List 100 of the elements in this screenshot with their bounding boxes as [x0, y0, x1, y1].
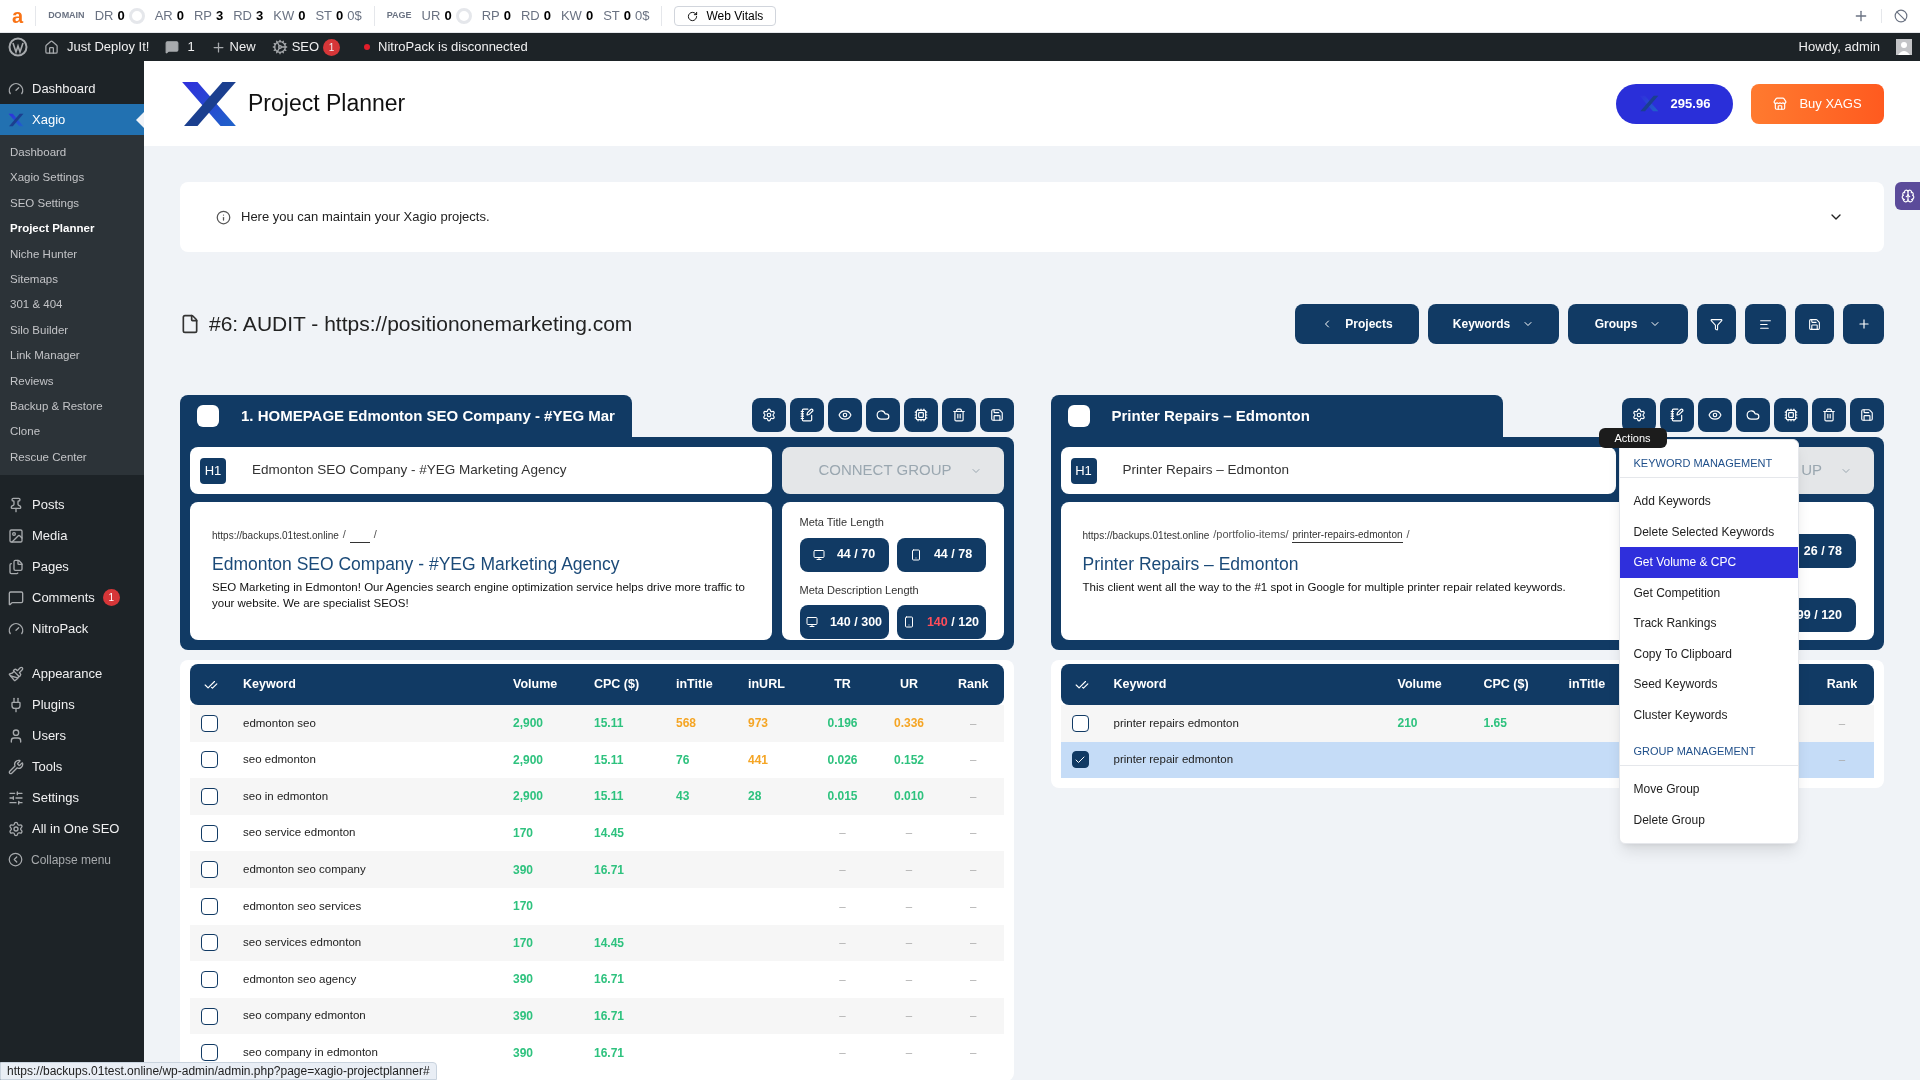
menu-item[interactable]: Add Keywords [1619, 486, 1798, 517]
submenu-item[interactable]: Dashboard [0, 140, 144, 166]
column-header[interactable]: Rank [943, 675, 1004, 694]
comments-link[interactable]: 1 [165, 37, 195, 57]
submenu-item[interactable]: SEO Settings [0, 190, 144, 217]
row-checkbox[interactable] [201, 897, 218, 915]
toolbar-dropdown-button[interactable]: Keywords [1428, 304, 1559, 344]
block-icon[interactable] [1894, 9, 1908, 23]
column-header[interactable]: CPC ($) [1483, 675, 1569, 694]
column-header[interactable]: inURL [748, 675, 810, 694]
slug-field[interactable]: printer-repairs-edmonton [1292, 526, 1403, 543]
save-button[interactable] [1795, 304, 1834, 344]
row-checkbox[interactable] [201, 1044, 218, 1062]
row-checkbox[interactable] [1071, 714, 1089, 732]
sort-button[interactable] [1745, 304, 1786, 344]
row-checkbox[interactable] [201, 861, 218, 879]
submenu-item[interactable]: Rescue Center [0, 444, 144, 471]
row-checkbox[interactable] [201, 934, 218, 952]
table-row[interactable]: edmonton seo company 390 16.71 – – – [190, 851, 1004, 888]
sidebar-item[interactable]: Settings [0, 782, 144, 814]
credits-button[interactable]: 295.96 [1616, 83, 1733, 124]
add-icon[interactable] [1853, 8, 1869, 24]
toolbar-dropdown-button[interactable]: Projects [1295, 304, 1419, 344]
group-tool-button[interactable] [941, 398, 976, 432]
row-checkbox[interactable] [201, 788, 218, 805]
column-header[interactable]: CPC ($) [594, 675, 676, 694]
table-row[interactable]: seo services edmonton 170 14.45 – – – [190, 924, 1004, 962]
sidebar-item[interactable]: Posts [0, 489, 144, 521]
column-header[interactable]: Keyword [243, 675, 513, 694]
submenu-item[interactable]: Clone [0, 419, 144, 445]
submenu-item[interactable]: 301 & 404 [0, 292, 144, 318]
wordpress-logo-icon[interactable] [8, 37, 28, 57]
menu-item[interactable]: Seed Keywords [1619, 669, 1798, 700]
column-header[interactable]: Rank [1810, 675, 1874, 694]
row-checkbox[interactable] [1071, 751, 1089, 769]
greeting[interactable]: Howdy, admin [1798, 37, 1880, 57]
group-tool-button[interactable] [1850, 398, 1884, 432]
new-link[interactable]: New [210, 37, 256, 57]
table-row[interactable]: seo company edmonton 390 16.71 – – – [190, 997, 1004, 1035]
row-checkbox[interactable] [201, 714, 218, 732]
submenu-item[interactable]: Link Manager [0, 343, 144, 369]
collapse-menu-button[interactable]: Collapse menu [0, 844, 144, 876]
add-button[interactable] [1843, 304, 1884, 344]
submenu-item[interactable]: Xagio Settings [0, 165, 144, 191]
submenu-item[interactable]: Reviews [0, 368, 144, 394]
menu-item[interactable]: Copy To Clipboard [1619, 638, 1798, 669]
column-header[interactable]: Volume [1397, 675, 1484, 694]
sidebar-item[interactable]: Xagio [0, 104, 144, 135]
sidebar-item[interactable]: Appearance [0, 658, 144, 690]
toolbar-dropdown-button[interactable]: Groups [1568, 304, 1688, 344]
row-checkbox[interactable] [201, 1007, 218, 1025]
sidebar-item[interactable]: All in One SEO [0, 813, 144, 845]
sidebar-item[interactable]: NitroPack [0, 613, 144, 645]
info-text: Here you can maintain your Xagio projects. [241, 208, 490, 227]
group-tool-button[interactable] [1812, 398, 1846, 432]
column-header[interactable]: Volume [513, 675, 594, 694]
group-tool-button[interactable] [979, 398, 1014, 432]
row-checkbox[interactable] [201, 751, 218, 769]
column-header[interactable]: Keyword [1113, 675, 1398, 694]
site-name-link[interactable]: Just Deploy It! [44, 37, 150, 57]
group-checkbox[interactable] [1067, 405, 1090, 427]
group-tool-button[interactable] [1774, 398, 1808, 432]
filter-button[interactable] [1697, 304, 1736, 344]
row-checkbox[interactable] [201, 970, 218, 988]
group-tool-button[interactable] [751, 398, 786, 432]
submenu-item[interactable]: Niche Hunter [0, 241, 144, 267]
column-header[interactable]: UR [875, 675, 943, 694]
web-vitals-button[interactable]: Web Vitals [674, 6, 777, 26]
serp-title[interactable]: Printer Repairs – Edmonton [1082, 550, 1620, 577]
column-header[interactable]: inTitle [676, 675, 748, 694]
group-checkbox[interactable] [197, 405, 219, 427]
h1-field[interactable]: H1 Edmonton SEO Company - #YEG Marketing Agency [190, 447, 772, 494]
submenu-item[interactable]: Project Planner [0, 216, 144, 242]
submenu-item[interactable]: Sitemaps [0, 266, 144, 293]
sidebar-item[interactable]: Plugins [0, 689, 144, 721]
group-tool-button[interactable] [1736, 398, 1770, 432]
group-tool-button[interactable] [789, 398, 824, 432]
sidebar-item[interactable]: Comments 1 [0, 582, 144, 614]
row-checkbox[interactable] [201, 824, 218, 842]
group-tool-button[interactable] [903, 398, 938, 432]
h1-field[interactable]: H1 Printer Repairs – Edmonton [1060, 447, 1616, 494]
seo-link[interactable]: SEO [271, 37, 320, 57]
brain-tab[interactable] [1895, 182, 1920, 210]
serp-title[interactable]: Edmonton SEO Company - #YEG Marketing Agency [212, 550, 750, 577]
column-header[interactable]: TR [810, 675, 875, 694]
menu-item[interactable]: Delete Group [1619, 804, 1798, 835]
group-tool-button[interactable] [827, 398, 862, 432]
sidebar-item[interactable]: Tools [0, 751, 144, 783]
group-tool-button[interactable] [865, 398, 900, 432]
group-tool-button[interactable] [1660, 398, 1694, 432]
sidebar-item[interactable]: Users [0, 720, 144, 752]
submenu-item[interactable]: Silo Builder [0, 317, 144, 344]
sidebar-item[interactable]: Dashboard [0, 73, 144, 104]
table-row[interactable]: seo in edmonton 2,900 15.11 43 28 0.015 0.010 – [190, 778, 1004, 815]
menu-item[interactable]: Get Volume & CPC [1619, 547, 1798, 578]
group-tool-button[interactable] [1698, 398, 1732, 432]
sidebar-item[interactable]: Pages [0, 551, 144, 583]
table-row[interactable]: edmonton seo 2,900 15.11 568 973 0.196 0.336 – [190, 705, 1004, 742]
sidebar-item[interactable]: Media [0, 520, 144, 552]
submenu-item[interactable]: Backup & Restore [0, 393, 144, 420]
